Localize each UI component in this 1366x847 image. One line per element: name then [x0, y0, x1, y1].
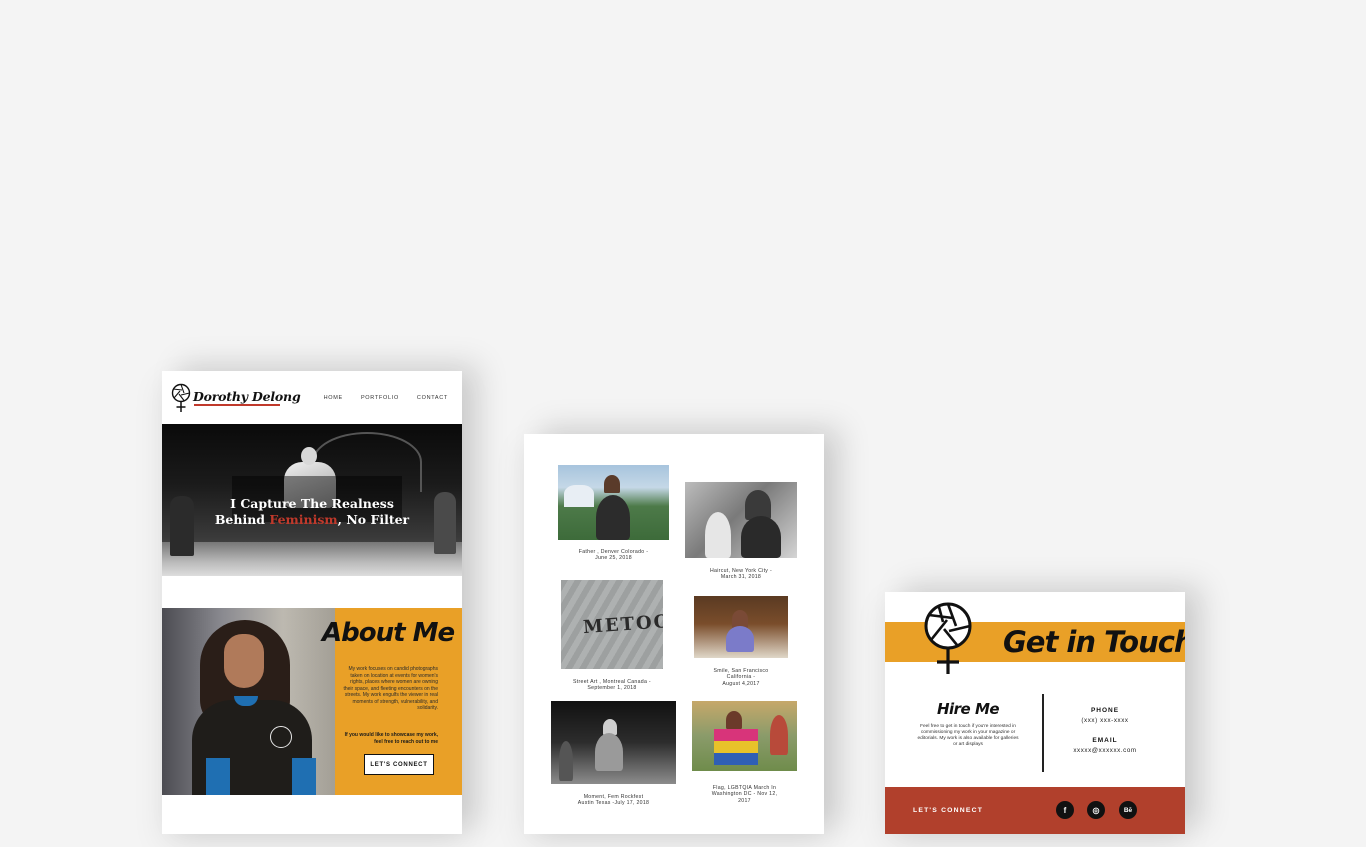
hero-title-line2-b: , No Filter [337, 512, 410, 527]
about-heading: About Me [322, 618, 455, 648]
about-portrait-photo [162, 608, 335, 795]
caption-haircut: Haircut, New York City - March 31, 2018 [710, 568, 772, 581]
photo-figure [604, 475, 620, 493]
aperture-logo-icon[interactable] [170, 383, 192, 413]
hero-crowd-figure [170, 496, 194, 556]
footer-lets-connect[interactable]: LET'S CONNECT [913, 807, 983, 814]
portfolio-photo-moment[interactable] [551, 701, 676, 784]
caption-moment: Moment, Fem Rockfest Austin Texas -July 1… [577, 794, 650, 807]
nav-home[interactable]: HOME [324, 395, 343, 401]
portrait-sleeve [292, 758, 316, 795]
photo-figure [741, 516, 781, 558]
portfolio-photo-haircut[interactable] [685, 482, 797, 558]
contact-page-mockup: Get in Touch Hire Me Feel free to get in… [885, 592, 1185, 834]
hero-crowd-figure [434, 492, 456, 554]
instagram-icon[interactable]: ◎ [1087, 801, 1105, 819]
hero-title: I Capture The Realness Behind Feminism, … [212, 496, 412, 528]
portrait-face [224, 634, 264, 688]
facebook-icon[interactable]: f [1056, 801, 1074, 819]
contact-footer: LET'S CONNECT f ◎ Bē [885, 787, 1185, 834]
email-value[interactable]: xxxxx@xxxxxx.com [1055, 747, 1155, 754]
photo-figure [770, 715, 788, 755]
hero-dancer-head [301, 447, 317, 465]
main-nav: HOME PORTFOLIO CONTACT [324, 395, 448, 401]
photo-figure [559, 741, 573, 781]
site-header: Dorothy Delong HOME PORTFOLIO CONTACT [162, 371, 462, 424]
nav-contact[interactable]: CONTACT [417, 395, 448, 401]
nav-portfolio[interactable]: PORTFOLIO [361, 395, 399, 401]
caption-street-art: Street Art , Montreal Canada - September … [573, 679, 651, 692]
pride-flag [714, 729, 758, 765]
metoo-text: METOO [582, 610, 663, 639]
hero-banner: I Capture The Realness Behind Feminism, … [162, 424, 462, 576]
hero-title-accent: Feminism [269, 512, 338, 527]
email-label: EMAIL [1092, 737, 1118, 744]
photo-figure [705, 512, 731, 558]
hire-me-heading: Hire Me [936, 700, 1000, 718]
about-section: About Me My work focuses on candid photo… [162, 608, 462, 795]
caption-father: Father , Denver Colorado - June 25, 2018 [578, 549, 649, 562]
hero-title-line1: I Capture The Realness [230, 496, 394, 511]
photo-figure [726, 626, 754, 652]
phone-label: PHONE [1090, 707, 1120, 714]
behance-icon[interactable]: Bē [1119, 801, 1137, 819]
portfolio-photo-flag[interactable] [692, 701, 797, 771]
portfolio-page-mockup: Father , Denver Colorado - June 25, 2018 … [524, 434, 824, 834]
photo-figure [726, 711, 742, 729]
portfolio-photo-street-art[interactable]: METOO [561, 580, 663, 669]
lets-connect-button[interactable]: LET'S CONNECT [364, 754, 434, 775]
hero-title-line2-a: Behind [214, 512, 270, 527]
photo-figure [595, 733, 623, 771]
photo-tent [564, 485, 594, 507]
about-cta-text: If you would like to showcase my work, f… [344, 732, 438, 745]
phone-value[interactable]: (xxx) xxx-xxxx [1055, 717, 1155, 724]
hero-stage-floor [162, 542, 462, 576]
brand-underline [194, 404, 280, 406]
hire-me-text: Feel free to get in touch if you're inte… [917, 724, 1019, 747]
brand-name[interactable]: Dorothy Delong [193, 389, 301, 404]
portfolio-photo-father[interactable] [558, 465, 669, 540]
home-page-mockup: Dorothy Delong HOME PORTFOLIO CONTACT I … [162, 371, 462, 834]
photo-figure [596, 495, 630, 540]
caption-smile: Smile, San Francisco California - August 4… [713, 668, 769, 687]
portrait-sleeve [206, 758, 230, 795]
about-paragraph: My work focuses on candid photographs ta… [343, 666, 438, 711]
portfolio-photo-smile[interactable] [694, 596, 788, 658]
contact-divider [1042, 694, 1044, 772]
contact-title: Get in Touch [1003, 625, 1185, 659]
shirt-emblem [270, 726, 292, 748]
caption-flag: Flag, LGBTQIA March In Washington DC - No… [711, 785, 778, 804]
aperture-logo-icon [924, 602, 972, 674]
